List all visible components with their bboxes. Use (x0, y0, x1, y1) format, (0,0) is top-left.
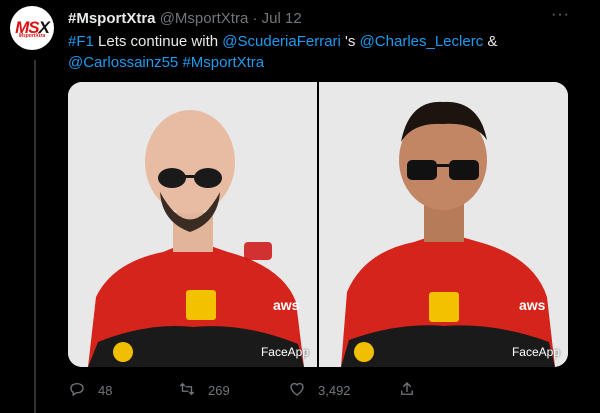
retweet-count: 269 (208, 383, 230, 398)
like-icon (288, 380, 306, 401)
hashtag-f1[interactable]: #F1 (68, 33, 94, 50)
faceapp-watermark: FaceApp (260, 345, 309, 359)
media-photo-1[interactable]: aws FaceApp (68, 82, 317, 367)
media-photo-2[interactable]: aws FaceApp (319, 82, 568, 367)
reply-icon (68, 380, 86, 401)
faceapp-watermark: FaceApp (511, 345, 560, 359)
more-icon[interactable]: ··· (551, 6, 570, 24)
tweet-actions: 48 269 3,492 (68, 380, 508, 401)
text-segment: Lets continue with (93, 33, 223, 50)
mention-charles-leclerc[interactable]: @Charles_Leclerc (360, 33, 484, 50)
like-button[interactable]: 3,492 (288, 380, 398, 401)
retweet-icon (178, 380, 196, 401)
retweet-button[interactable]: 269 (178, 380, 288, 401)
driver-portrait-illustration: aws (319, 82, 568, 367)
like-count: 3,492 (318, 383, 351, 398)
tweet-header: #MsportXtra @MsportXtra · Jul 12 (68, 10, 302, 27)
display-name[interactable]: #MsportXtra (68, 10, 156, 27)
text-segment: & (483, 33, 498, 50)
driver-portrait-illustration: aws (68, 82, 317, 367)
mention-carlossainz55[interactable]: @Carlossainz55 (68, 54, 178, 71)
reply-button[interactable]: 48 (68, 380, 178, 401)
svg-text:aws: aws (519, 297, 546, 313)
hashtag-msportxtra[interactable]: #MsportXtra (182, 54, 264, 71)
share-icon (398, 380, 416, 401)
mention-scuderia-ferrari[interactable]: @ScuderiaFerrari (222, 33, 341, 50)
handle[interactable]: @MsportXtra (160, 10, 249, 27)
avatar-sub-label: MsportXtra (18, 33, 46, 39)
text-segment: 's (340, 33, 360, 50)
share-button[interactable] (398, 380, 508, 401)
tweet-date[interactable]: Jul 12 (262, 10, 302, 27)
svg-text:aws: aws (273, 297, 300, 313)
separator: · (252, 10, 258, 27)
tweet-media: aws FaceApp aws FaceApp (68, 82, 568, 367)
avatar[interactable]: MSX MsportXtra (10, 6, 54, 50)
reply-count: 48 (98, 383, 113, 398)
thread-line (34, 60, 36, 413)
tweet-text: #F1 Lets continue with @ScuderiaFerrari … (68, 31, 578, 73)
